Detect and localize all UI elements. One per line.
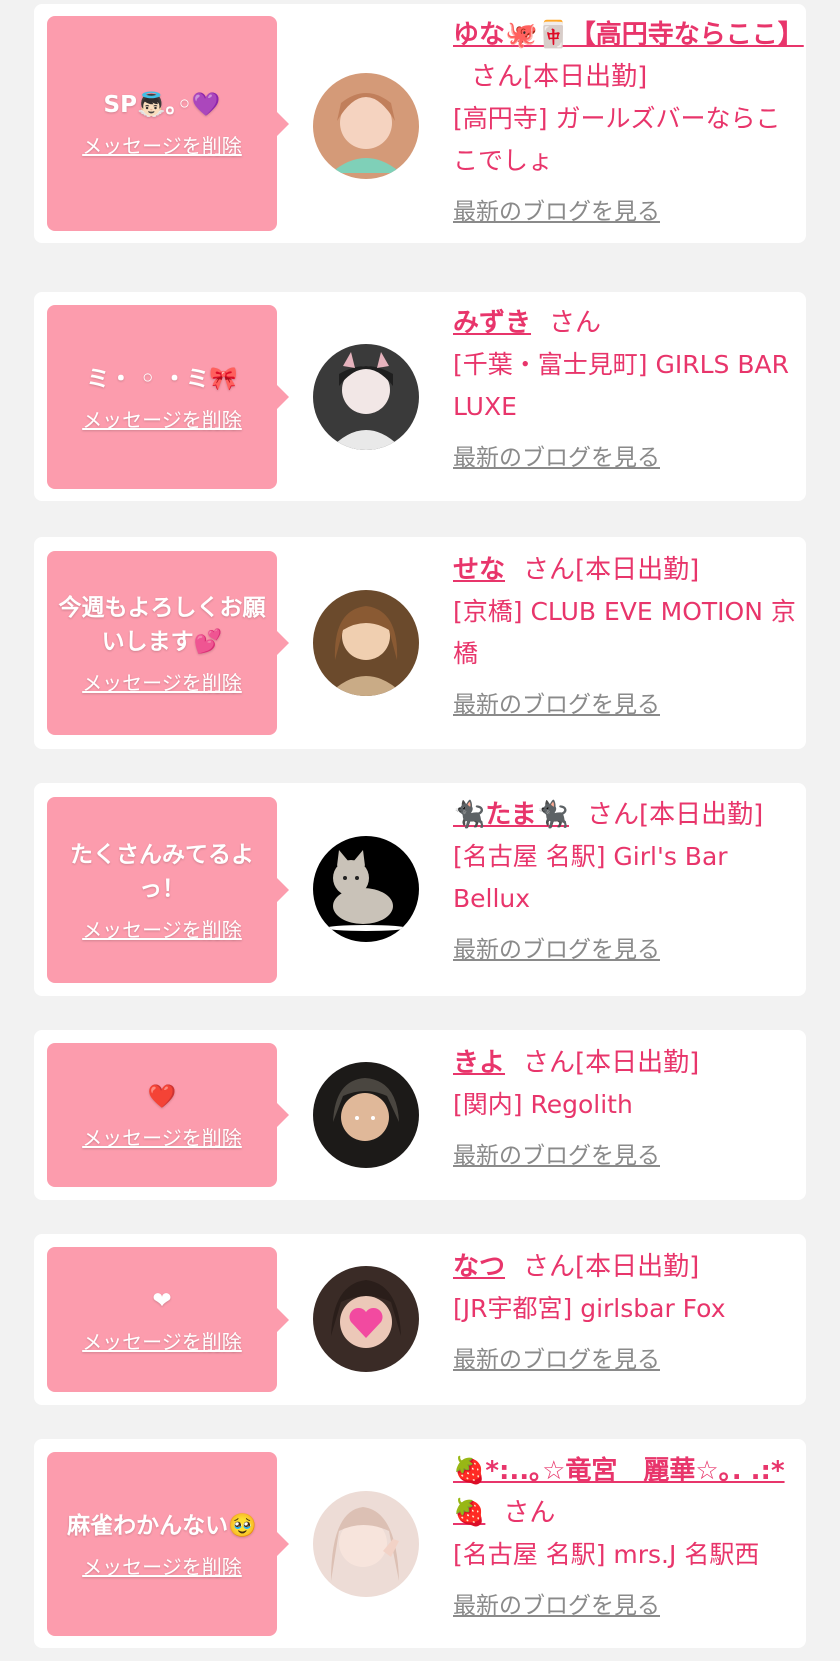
favorite-card: 麻雀わかんない🥹 メッセージを削除 🍓*:..｡☆竜宮 麗華☆｡. .:*🍓 さん… [34,1439,806,1648]
cast-suffix: さん [549,308,602,338]
cast-info: ゆな🐙🀄【高円寺ならここ】さん[本日出勤] [高円寺] ガールズバーならここでし… [453,14,804,226]
avatar[interactable] [313,590,419,696]
message-bubble: SP👼🏻｡◦💜 メッセージを削除 [47,16,289,231]
message-bubble: 麻雀わかんない🥹 メッセージを削除 [47,1452,289,1636]
cast-name-link[interactable]: きよ [453,1048,505,1078]
cast-info: 🐈‍⬛たま🐈‍⬛ さん[本日出勤] [名古屋 名駅] Girl's Bar Bel… [453,794,798,964]
cast-suffix: さん[本日出勤] [523,555,700,585]
latest-blog-link[interactable]: 最新のブログを見る [453,192,660,226]
message-text: たくさんみてるよっ！ [70,841,254,902]
delete-message-link[interactable]: メッセージを削除 [82,1326,242,1355]
avatar[interactable] [313,836,419,942]
favorite-card: ミ・ ◦ ・ミ🎀 メッセージを削除 みずき さん [千葉・富士見町] GIRLS … [34,292,806,501]
cast-name-line: みずき さん [453,302,798,344]
cast-suffix: さん[本日出勤] [523,1048,700,1078]
delete-message-link[interactable]: メッセージを削除 [82,404,242,433]
latest-blog-link[interactable]: 最新のブログを見る [453,1586,660,1620]
cast-suffix: さん[本日出勤] [471,62,648,92]
avatar[interactable] [313,1266,419,1372]
favorite-card: SP👼🏻｡◦💜 メッセージを削除 ゆな🐙🀄【高円寺ならここ】さん[本日出勤] [… [34,4,806,243]
latest-blog-link[interactable]: 最新のブログを見る [453,930,660,964]
latest-blog-link[interactable]: 最新のブログを見る [453,1340,660,1374]
shop-name: [高円寺] ガールズバーならここでしょ [453,104,781,175]
cast-suffix: さん [503,1498,556,1528]
avatar[interactable] [313,73,419,179]
message-text: ミ・ ◦ ・ミ🎀 [86,365,238,392]
favorite-card: ❤️ メッセージを削除 きよ さん[本日出勤] [関内] Regolith 最新の… [34,1030,806,1200]
latest-blog-link[interactable]: 最新のブログを見る [453,438,660,472]
delete-message-link[interactable]: メッセージを削除 [82,1551,242,1580]
message-text: ❤️ [147,1083,177,1110]
message-text: ❤ [152,1288,172,1314]
cast-info: なつ さん[本日出勤] [JR宇都宮] girlsbar Fox 最新のブログを見… [453,1246,798,1374]
avatar[interactable] [313,1062,419,1168]
shop-name: [JR宇都宮] girlsbar Fox [453,1294,726,1323]
favorite-card: ❤ メッセージを削除 なつ さん[本日出勤] [JR宇都宮] girlsbar F… [34,1234,806,1405]
favorite-card: 今週もよろしくお願いします💕 メッセージを削除 せな さん[本日出勤] [京橋] … [34,537,806,749]
cast-name-line: 🐈‍⬛たま🐈‍⬛ さん[本日出勤] [453,794,798,836]
favorite-list: SP👼🏻｡◦💜 メッセージを削除 ゆな🐙🀄【高円寺ならここ】さん[本日出勤] [… [0,0,840,1661]
cast-suffix: さん[本日出勤] [586,800,764,830]
avatar-image [313,344,419,450]
cast-info: せな さん[本日出勤] [京橋] CLUB EVE MOTION 京橋 最新のブロ… [453,549,798,719]
cast-name-link[interactable]: みずき [453,308,531,338]
cast-name-link[interactable]: 🐈‍⬛たま🐈‍⬛ [453,800,569,830]
message-bubble: 今週もよろしくお願いします💕 メッセージを削除 [47,551,289,735]
cast-info: きよ さん[本日出勤] [関内] Regolith 最新のブログを見る [453,1042,798,1170]
cast-name-line: ゆな🐙🀄【高円寺ならここ】さん[本日出勤] [453,14,804,98]
cast-suffix: さん[本日出勤] [523,1252,700,1282]
cast-name-line: きよ さん[本日出勤] [453,1042,798,1084]
avatar-image [313,1062,419,1168]
avatar-image [313,590,419,696]
message-text: 今週もよろしくお願いします💕 [58,594,266,655]
cast-name-line: せな さん[本日出勤] [453,549,798,591]
avatar-image [313,836,419,942]
message-bubble: たくさんみてるよっ！ メッセージを削除 [47,797,289,983]
delete-message-link[interactable]: メッセージを削除 [82,1122,242,1151]
cast-name-line: なつ さん[本日出勤] [453,1246,798,1288]
message-bubble: ❤ メッセージを削除 [47,1247,289,1392]
cast-info: みずき さん [千葉・富士見町] GIRLS BAR LUXE 最新のブログを見る [453,302,798,472]
shop-name: [関内] Regolith [453,1090,633,1119]
latest-blog-link[interactable]: 最新のブログを見る [453,685,660,719]
message-text: SP👼🏻｡◦💜 [103,92,221,118]
shop-name: [京橋] CLUB EVE MOTION 京橋 [453,597,796,668]
cast-name-link[interactable]: なつ [453,1252,505,1282]
latest-blog-link[interactable]: 最新のブログを見る [453,1136,660,1170]
shop-name: [名古屋 名駅] Girl's Bar Bellux [453,842,728,913]
delete-message-link[interactable]: メッセージを削除 [82,667,242,696]
avatar-image [313,1491,419,1597]
delete-message-link[interactable]: メッセージを削除 [82,130,242,159]
cast-name-line: 🍓*:..｡☆竜宮 麗華☆｡. .:*🍓 さん [453,1450,798,1534]
cast-info: 🍓*:..｡☆竜宮 麗華☆｡. .:*🍓 さん [名古屋 名駅] mrs.J 名駅… [453,1450,798,1620]
avatar-image [313,1266,419,1372]
avatar-image [313,73,419,179]
avatar[interactable] [313,344,419,450]
cast-name-link[interactable]: ゆな🐙🀄【高円寺ならここ】 [453,20,804,50]
message-text: 麻雀わかんない🥹 [67,1512,257,1539]
avatar[interactable] [313,1491,419,1597]
favorite-card: たくさんみてるよっ！ メッセージを削除 🐈‍⬛たま🐈‍⬛ さん[本日出勤] [名古… [34,783,806,996]
shop-name: [千葉・富士見町] GIRLS BAR LUXE [453,350,789,421]
cast-name-link[interactable]: せな [453,555,505,585]
message-bubble: ❤️ メッセージを削除 [47,1043,289,1187]
shop-name: [名古屋 名駅] mrs.J 名駅西 [453,1540,760,1569]
delete-message-link[interactable]: メッセージを削除 [82,914,242,943]
message-bubble: ミ・ ◦ ・ミ🎀 メッセージを削除 [47,305,289,489]
